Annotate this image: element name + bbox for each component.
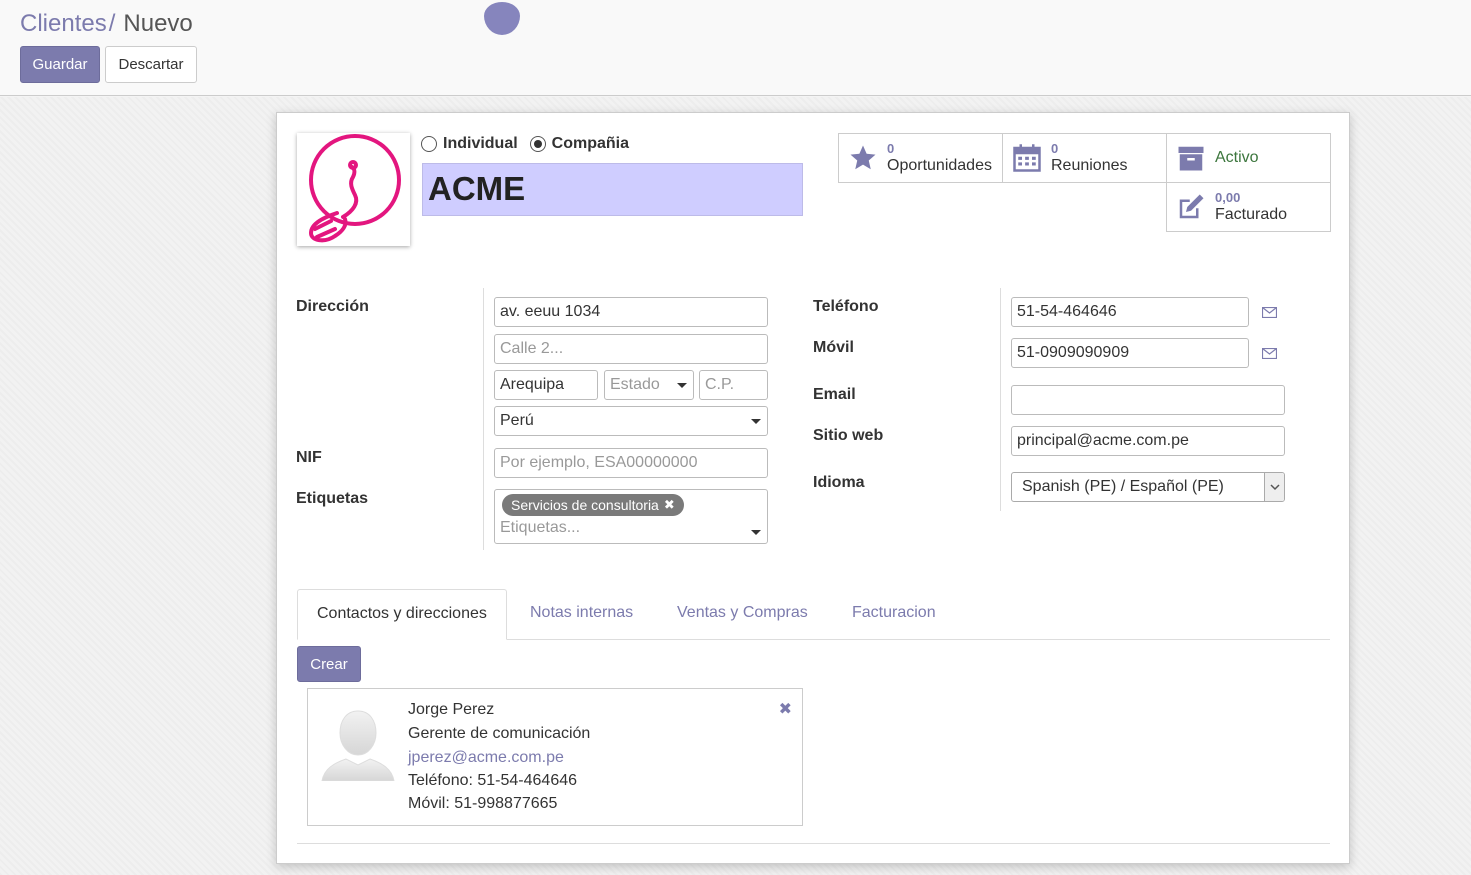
avatar-placeholder-icon — [321, 710, 395, 781]
street2-input[interactable]: Calle 2... — [494, 334, 768, 364]
loading-indicator — [484, 2, 520, 35]
individual-radio[interactable] — [421, 136, 437, 152]
breadcrumb-separator: / — [108, 10, 116, 37]
tags-input[interactable]: Servicios de consultoria ✖ Etiquetas... — [494, 489, 768, 544]
mobile-label: Móvil — [813, 339, 854, 356]
meetings-label: Reuniones — [1051, 157, 1128, 175]
address-label: Dirección — [296, 298, 369, 315]
language-label: Idioma — [813, 474, 865, 491]
breadcrumb: Clientes/ Nuevo — [20, 10, 193, 38]
email-label: Email — [813, 386, 856, 403]
envelope-icon[interactable] — [1262, 348, 1277, 359]
tags-placeholder: Etiquetas... — [500, 519, 581, 536]
invoiced-amount: 0,00 — [1215, 189, 1241, 205]
individual-radio-label[interactable]: Individual — [443, 135, 518, 153]
street-input[interactable]: av. eeuu 1034 — [494, 297, 768, 327]
create-contact-button[interactable]: Crear — [297, 646, 361, 682]
state-placeholder: Estado — [610, 376, 660, 393]
company-radio-label[interactable]: Compañia — [552, 135, 629, 153]
company-radio[interactable] — [529, 136, 546, 152]
invoiced-stat-button[interactable]: 0,00 Facturado — [1166, 182, 1331, 232]
notebook-tabs: Contactos y direcciones Notas internas V… — [297, 589, 1330, 640]
save-button[interactable]: Guardar — [20, 46, 100, 83]
contact-email-link[interactable]: jperez@acme.com.pe — [408, 749, 564, 767]
country-select[interactable]: Perú — [494, 406, 768, 436]
contact-function: Gerente de comunicación — [408, 725, 591, 742]
star-icon — [850, 145, 876, 170]
phone-input[interactable]: 51-54-464646 — [1011, 297, 1249, 327]
nif-label: NIF — [296, 449, 322, 466]
tag-remove-icon[interactable]: ✖ — [664, 497, 675, 513]
email-input[interactable] — [1011, 385, 1285, 415]
tab-contacts-addresses[interactable]: Contactos y direcciones — [297, 589, 507, 640]
contact-card[interactable]: Jorge Perez Gerente de comunicación jper… — [307, 688, 803, 826]
website-label: Sitio web — [813, 427, 884, 444]
chevron-down-icon — [751, 419, 761, 424]
archive-icon — [1178, 146, 1204, 171]
language-select[interactable]: Spanish (PE) / Español (PE) — [1011, 472, 1285, 502]
mobile-input[interactable]: 51-0909090909 — [1011, 338, 1249, 368]
left-column-divider — [483, 288, 484, 550]
opportunities-count: 0 — [887, 140, 895, 156]
tab-internal-notes[interactable]: Notas internas — [511, 589, 652, 640]
nif-input[interactable]: Por ejemplo, ESA00000000 — [494, 448, 768, 478]
company-logo[interactable] — [297, 133, 410, 246]
edit-icon — [1179, 194, 1204, 219]
tab-content-divider — [297, 843, 1330, 844]
select-dropdown-button[interactable] — [1264, 473, 1284, 501]
meetings-stat-button[interactable]: 0 Reuniones — [1002, 133, 1167, 183]
tags-label: Etiquetas — [296, 490, 369, 507]
contact-mobile: Móvil: 51-998877665 — [408, 795, 558, 812]
country-value: Perú — [500, 412, 534, 429]
form-sheet: Individual Compañia ACME 0 Oportunidades… — [276, 112, 1350, 864]
zip-input[interactable]: C.P. — [699, 370, 768, 400]
contact-name: Jorge Perez — [408, 701, 495, 718]
calendar-icon — [1013, 144, 1041, 172]
company-type-selector: Individual Compañia — [421, 135, 641, 153]
chevron-down-icon — [677, 383, 687, 388]
partner-name-input[interactable]: ACME — [422, 163, 803, 216]
breadcrumb-current: Nuevo — [123, 10, 193, 37]
city-input[interactable]: Arequipa — [494, 370, 598, 400]
tab-invoicing[interactable]: Facturacion — [833, 589, 955, 640]
phone-label: Teléfono — [813, 298, 879, 315]
state-select[interactable]: Estado — [604, 370, 694, 400]
envelope-icon[interactable] — [1262, 307, 1277, 318]
contact-phone: Teléfono: 51-54-464646 — [408, 772, 578, 789]
breadcrumb-parent-link[interactable]: Clientes — [20, 10, 107, 37]
opportunities-stat-button[interactable]: 0 Oportunidades — [838, 133, 1003, 183]
website-input[interactable]: principal@acme.com.pe — [1011, 426, 1285, 456]
active-toggle-button[interactable]: Activo — [1166, 133, 1331, 183]
opportunities-label: Oportunidades — [887, 157, 992, 175]
active-label: Activo — [1215, 149, 1259, 166]
control-panel: Clientes/ Nuevo Guardar Descartar — [0, 0, 1471, 96]
tag-label: Servicios de consultoria — [511, 497, 659, 513]
chevron-down-icon — [1270, 484, 1280, 491]
right-column-divider — [1000, 288, 1001, 511]
tag-badge: Servicios de consultoria ✖ — [502, 494, 684, 516]
tab-sales-purchases[interactable]: Ventas y Compras — [658, 589, 827, 640]
meetings-count: 0 — [1051, 140, 1059, 156]
discard-button[interactable]: Descartar — [105, 46, 197, 83]
lightbulb-logo-icon — [309, 134, 401, 243]
language-value: Spanish (PE) / Español (PE) — [1022, 478, 1224, 495]
invoiced-label: Facturado — [1215, 206, 1288, 224]
delete-contact-icon[interactable]: ✖ — [779, 699, 792, 719]
chevron-down-icon — [751, 530, 761, 535]
